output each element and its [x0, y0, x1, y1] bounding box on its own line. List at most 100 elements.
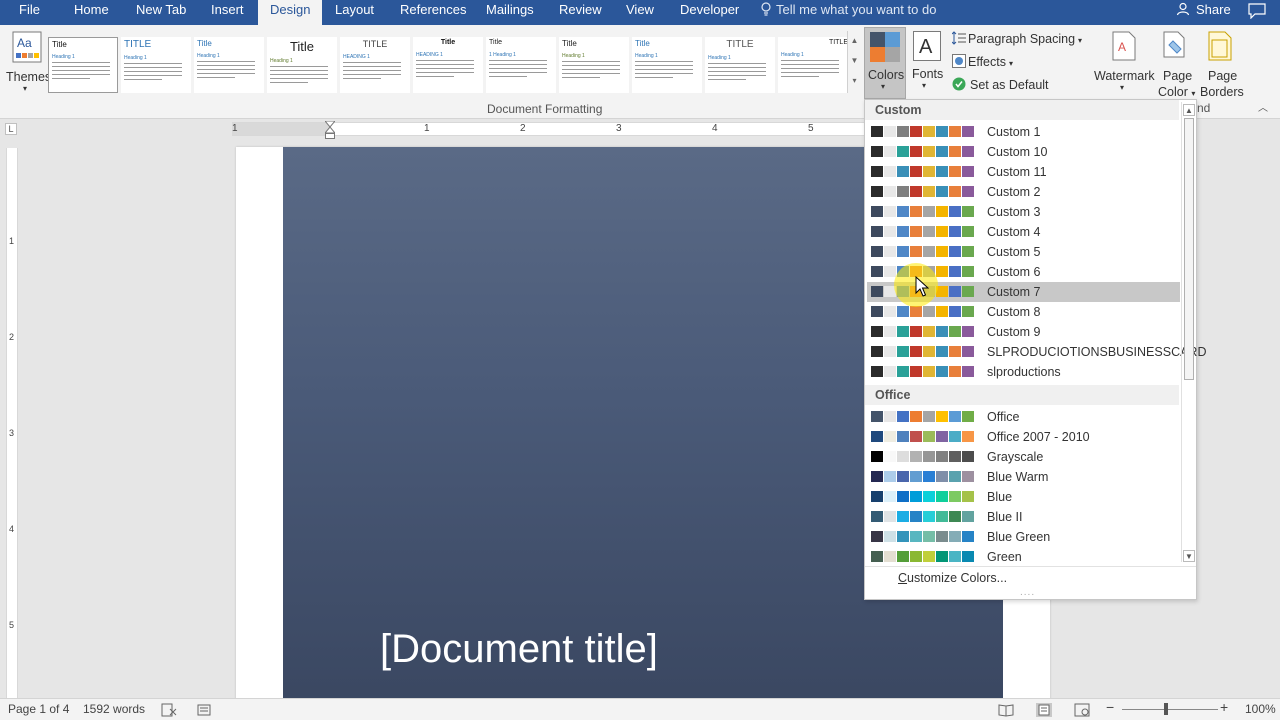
page-borders-button[interactable]: Page Borders [1198, 29, 1244, 99]
customize-colors-item[interactable]: Customize Colors... [898, 571, 1007, 585]
tab-developer[interactable]: Developer [680, 0, 739, 25]
style-set-thumbnail[interactable]: TITLE Heading 1 [705, 37, 775, 93]
style-thumbnail-text-line [343, 78, 381, 79]
color-scheme-item[interactable]: Custom 10 [867, 142, 1180, 162]
tab-home[interactable]: Home [74, 0, 109, 25]
tab-references[interactable]: References [400, 0, 466, 25]
document-title-placeholder[interactable]: [Document title] [380, 627, 658, 672]
word-count[interactable]: 1592 words [83, 702, 145, 716]
tab-review[interactable]: Review [559, 0, 602, 25]
tab-file[interactable]: File [19, 0, 40, 25]
horizontal-ruler[interactable]: 1 1 2 3 4 5 [232, 121, 872, 139]
page-color-button[interactable]: Page Color ▾ [1156, 29, 1196, 99]
ruler-number: 1 [232, 123, 238, 134]
read-mode-icon[interactable] [998, 703, 1014, 717]
paragraph-spacing-dropdown-icon: ▾ [1078, 36, 1083, 45]
color-scheme-item[interactable]: Blue Warm [867, 467, 1180, 487]
effects-button[interactable]: Effects ▾ [952, 54, 1013, 72]
paragraph-spacing-button[interactable]: Paragraph Spacing ▾ [951, 31, 1083, 49]
person-icon [1176, 2, 1190, 16]
style-set-thumbnail[interactable]: TITLE Heading 1 [778, 37, 848, 93]
tab-view[interactable]: View [626, 0, 654, 25]
style-set-thumbnail[interactable]: Title Heading 1 [559, 37, 629, 93]
color-scheme-item[interactable]: Custom 3 [867, 202, 1180, 222]
color-scheme-item[interactable]: Custom 11 [867, 162, 1180, 182]
style-thumbnail-text-line [781, 68, 839, 69]
ruler-number: 4 [9, 524, 15, 534]
style-set-thumbnail[interactable]: Title HEADING 1 [413, 37, 483, 93]
macro-record-icon[interactable] [197, 703, 211, 717]
vertical-ruler[interactable]: 1 2 3 4 5 [6, 148, 18, 698]
themes-button[interactable]: Aa Themes ▾ [4, 29, 51, 95]
gallery-down-icon[interactable]: ▼ [848, 51, 861, 71]
style-set-thumbnail[interactable]: TITLE HEADING 1 [340, 37, 410, 93]
fonts-button[interactable]: A Fonts ▾ [908, 27, 946, 99]
color-scheme-item[interactable]: Custom 1 [867, 122, 1180, 142]
style-thumbnail-text-line [708, 71, 766, 72]
color-scheme-item[interactable]: Custom 9 [867, 322, 1180, 342]
web-layout-icon[interactable] [1074, 703, 1090, 717]
share-button[interactable]: Share [1176, 0, 1231, 25]
color-scheme-item[interactable]: Grayscale [867, 447, 1180, 467]
tab-insert[interactable]: Insert [211, 0, 244, 25]
color-swatch [949, 471, 961, 482]
ruler-number: 3 [9, 428, 15, 438]
color-scheme-name: Blue Green [987, 530, 1051, 544]
color-swatch [923, 146, 935, 157]
dropdown-scrollbar[interactable]: ▲ ▼ [1181, 102, 1195, 562]
resize-grip-icon[interactable]: .... [1020, 587, 1035, 598]
indent-marker-icon[interactable] [325, 121, 335, 139]
color-scheme-item[interactable]: Office [867, 407, 1180, 427]
tab-selector[interactable]: L [5, 123, 17, 135]
color-scheme-item[interactable]: Blue Green [867, 527, 1180, 547]
tell-me-box[interactable]: Tell me what you want to do [760, 0, 936, 25]
ruler-left-margin [232, 123, 330, 135]
scroll-thumb[interactable] [1184, 118, 1194, 380]
print-layout-icon[interactable] [1036, 703, 1052, 717]
svg-text:Aa: Aa [17, 36, 32, 50]
tab-new-tab[interactable]: New Tab [136, 0, 186, 25]
color-swatch [949, 306, 961, 317]
style-set-thumbnail[interactable]: Title Heading 1 [267, 37, 337, 93]
color-scheme-item[interactable]: Office 2007 - 2010 [867, 427, 1180, 447]
zoom-out-button[interactable]: − [1106, 699, 1114, 715]
scroll-down-icon[interactable]: ▼ [1183, 550, 1195, 562]
color-scheme-item[interactable]: Blue [867, 487, 1180, 507]
zoom-slider-thumb[interactable] [1164, 703, 1168, 715]
gallery-up-icon[interactable]: ▲ [848, 31, 861, 51]
lightbulb-icon [761, 2, 771, 16]
color-scheme-item[interactable]: SLPRODUCIOTIONSBUSINESSCARD [867, 342, 1206, 362]
set-as-default-button[interactable]: Set as Default [952, 77, 1049, 95]
watermark-button[interactable]: A Watermark ▾ [1094, 29, 1155, 97]
zoom-slider-track[interactable] [1122, 709, 1218, 710]
color-swatch [949, 186, 961, 197]
color-scheme-item[interactable]: Custom 4 [867, 222, 1180, 242]
page-count[interactable]: Page 1 of 4 [8, 702, 69, 716]
style-set-thumbnail[interactable]: Title 1 Heading 1 [486, 37, 556, 93]
tab-design[interactable]: Design [258, 0, 323, 25]
color-scheme-item[interactable]: slproductions [867, 362, 1180, 382]
color-swatch [884, 531, 896, 542]
color-scheme-item[interactable]: Custom 5 [867, 242, 1180, 262]
comment-icon[interactable] [1248, 3, 1266, 19]
tab-layout[interactable]: Layout [335, 0, 374, 25]
color-swatch [897, 491, 909, 502]
color-swatch [871, 491, 883, 502]
colors-button[interactable]: Colors ▾ [864, 27, 906, 99]
proofing-icon[interactable] [161, 703, 177, 717]
scroll-up-icon[interactable]: ▲ [1183, 104, 1195, 116]
color-scheme-name: Office 2007 - 2010 [987, 430, 1090, 444]
color-swatch-strip [871, 226, 975, 238]
color-scheme-item[interactable]: Green [867, 547, 1180, 567]
color-scheme-item[interactable]: Blue II [867, 507, 1180, 527]
style-set-thumbnail[interactable]: Title Heading 1 [632, 37, 702, 93]
style-set-thumbnail[interactable]: Title Heading 1 [194, 37, 264, 93]
collapse-ribbon-icon[interactable]: ︿ [1258, 99, 1268, 114]
style-set-thumbnail[interactable]: Title Heading 1 [48, 37, 118, 93]
zoom-in-button[interactable]: + [1220, 699, 1228, 715]
zoom-level[interactable]: 100% [1245, 702, 1276, 716]
style-set-thumbnail[interactable]: TITLE Heading 1 [121, 37, 191, 93]
tab-mailings[interactable]: Mailings [486, 0, 534, 25]
gallery-more-icon[interactable]: ▾ [848, 71, 861, 91]
color-scheme-item[interactable]: Custom 2 [867, 182, 1180, 202]
